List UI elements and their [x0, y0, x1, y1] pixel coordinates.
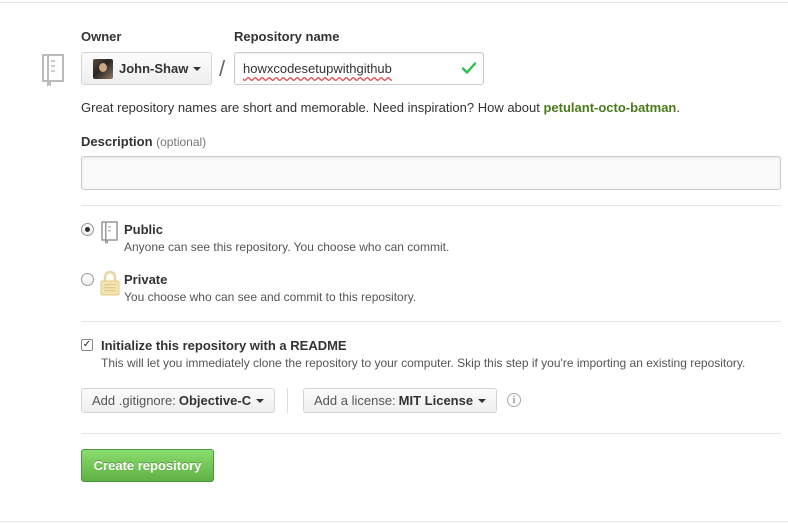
gitignore-select[interactable]: Add .gitignore: Objective-C	[81, 388, 276, 413]
top-divider	[0, 2, 788, 3]
private-radio[interactable]	[81, 273, 94, 286]
public-note: Anyone can see this repository. You choo…	[124, 240, 450, 254]
divider	[81, 205, 781, 206]
readme-note: This will let you immediately clone the …	[101, 356, 746, 370]
optional-note: (optional)	[156, 135, 207, 149]
repo-icon	[101, 221, 118, 244]
gitignore-prefix: Add .gitignore:	[92, 393, 176, 408]
repository-name-label: Repository name	[234, 29, 340, 44]
create-repository-button[interactable]: Create repository	[81, 449, 214, 482]
caret-down-icon	[256, 398, 265, 403]
caret-down-icon	[478, 398, 487, 403]
readme-checkbox[interactable]: ✓	[81, 339, 93, 351]
name-suggestion-link[interactable]: petulant-octo-batman	[543, 100, 676, 115]
license-prefix: Add a license:	[314, 393, 396, 408]
description-input[interactable]	[81, 156, 781, 190]
divider	[81, 321, 781, 322]
repository-name-value: howxcodesetupwithgithub	[243, 61, 392, 76]
info-icon[interactable]: i	[507, 393, 521, 407]
caret-down-icon	[193, 66, 202, 71]
avatar	[93, 58, 113, 79]
private-title: Private	[124, 272, 168, 287]
hint-suffix: .	[676, 100, 680, 115]
public-radio[interactable]	[81, 223, 94, 236]
owner-repo-separator: /	[219, 56, 226, 81]
divider	[81, 433, 781, 434]
gitignore-value: Objective-C	[178, 393, 252, 408]
check-icon	[461, 62, 477, 74]
license-value: MIT License	[398, 393, 474, 408]
repo-icon	[42, 54, 64, 87]
repository-name-hint: Great repository names are short and mem…	[81, 100, 680, 115]
owner-dropdown[interactable]: John-Shaw	[81, 52, 212, 85]
owner-name: John-Shaw	[119, 61, 189, 76]
owner-label: Owner	[81, 29, 122, 44]
private-note: You choose who can see and commit to thi…	[124, 290, 417, 304]
description-label-text: Description	[81, 134, 153, 149]
hint-text: Great repository names are short and mem…	[81, 100, 540, 115]
description-label: Description (optional)	[81, 134, 206, 149]
license-select[interactable]: Add a license: MIT License	[303, 388, 498, 413]
readme-title: Initialize this repository with a README	[101, 338, 347, 353]
select-separator	[287, 388, 288, 413]
public-title: Public	[124, 222, 164, 237]
lock-icon	[100, 270, 120, 296]
bottom-divider	[0, 521, 788, 522]
repository-name-input[interactable]: howxcodesetupwithgithub	[234, 52, 484, 85]
